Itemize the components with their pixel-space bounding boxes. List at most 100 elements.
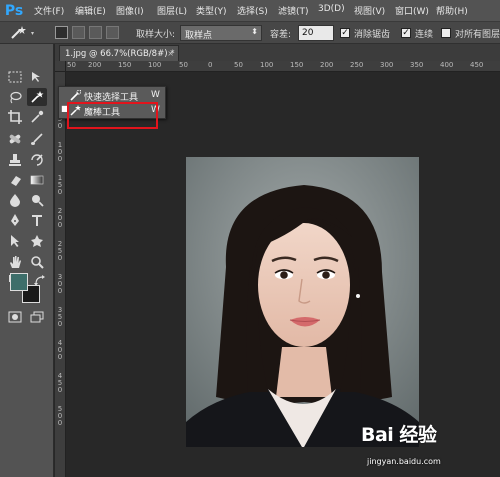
ruler-label: 300 bbox=[380, 61, 394, 69]
gradient-tool[interactable] bbox=[27, 171, 47, 189]
ruler-label: 0 bbox=[57, 221, 63, 229]
menu-filter[interactable]: 滤镜(T) bbox=[278, 4, 309, 17]
ruler-label: 0 bbox=[208, 61, 213, 69]
foreground-color-swatch[interactable] bbox=[10, 273, 28, 291]
document-tab-title: 1.jpg @ 66.7%(RGB/8#) * bbox=[65, 49, 175, 59]
ruler-label: 250 bbox=[350, 61, 364, 69]
clone-stamp-tool[interactable] bbox=[5, 151, 25, 169]
all-layers-checkbox[interactable] bbox=[441, 28, 451, 38]
hand-tool[interactable] bbox=[5, 253, 25, 271]
magic-wand-icon bbox=[11, 26, 34, 39]
tool-preset-picker[interactable] bbox=[8, 25, 38, 41]
ruler-label: 200 bbox=[320, 61, 334, 69]
menu-bar: Ps 文件(F) 编辑(E) 图像(I) 图层(L) 类型(Y) 选择(S) 滤… bbox=[0, 0, 500, 22]
ruler-label: 0 bbox=[57, 287, 63, 295]
ruler-label: 150 bbox=[290, 61, 304, 69]
stamp-icon bbox=[9, 154, 21, 166]
ruler-label: 0 bbox=[57, 122, 63, 130]
subtract-from-selection-icon[interactable] bbox=[89, 26, 102, 39]
pen-icon bbox=[11, 214, 19, 226]
shape-tool[interactable] bbox=[27, 232, 47, 250]
lasso-tool[interactable] bbox=[5, 88, 25, 106]
menu-view[interactable]: 视图(V) bbox=[354, 4, 385, 17]
zoom-icon bbox=[31, 256, 44, 269]
horizontal-ruler[interactable]: 50 200 150 100 50 0 50 100 150 200 250 3… bbox=[66, 61, 500, 72]
quick-mask-icon bbox=[8, 311, 22, 323]
custom-shape-icon bbox=[31, 235, 43, 247]
contiguous-checkbox[interactable]: ✓ bbox=[401, 28, 411, 38]
document-image[interactable] bbox=[186, 157, 419, 447]
ruler-label: 450 bbox=[470, 61, 484, 69]
hand-icon bbox=[10, 256, 21, 268]
ruler-label: 0 bbox=[57, 320, 63, 328]
marquee-tool[interactable] bbox=[5, 68, 25, 86]
quick-mask-button[interactable] bbox=[5, 308, 25, 326]
path-selection-tool[interactable] bbox=[5, 232, 25, 250]
new-selection-icon[interactable] bbox=[55, 26, 68, 39]
zoom-tool[interactable] bbox=[27, 253, 47, 271]
drop-icon bbox=[10, 194, 20, 207]
ruler-label: 50 bbox=[67, 61, 76, 69]
menu-edit[interactable]: 编辑(E) bbox=[75, 4, 106, 17]
ruler-label: 400 bbox=[440, 61, 454, 69]
sample-size-value: 取样点 bbox=[185, 31, 213, 41]
antialias-checkbox[interactable]: ✓ bbox=[340, 28, 350, 38]
ruler-label: 100 bbox=[260, 61, 274, 69]
dodge-tool[interactable] bbox=[27, 191, 47, 209]
move-icon bbox=[32, 72, 40, 82]
ruler-label: 0 bbox=[57, 188, 63, 196]
menu-type[interactable]: 类型(Y) bbox=[196, 4, 227, 17]
intersect-selection-icon[interactable] bbox=[106, 26, 119, 39]
sample-size-label: 取样大小: bbox=[136, 30, 176, 40]
flyout-item-quick-selection[interactable]: 快速选择工具 W bbox=[59, 88, 165, 103]
menu-select[interactable]: 选择(S) bbox=[237, 4, 268, 17]
crop-tool[interactable] bbox=[5, 108, 25, 126]
antialias-label: 消除锯齿 bbox=[354, 30, 391, 40]
ruler-label: 0 bbox=[57, 353, 63, 361]
ruler-label: 0 bbox=[57, 386, 63, 394]
ruler-label: 200 bbox=[88, 61, 102, 69]
bandage-icon bbox=[9, 134, 21, 144]
magic-wand-tool[interactable] bbox=[27, 88, 47, 106]
ruler-label: 150 bbox=[118, 61, 132, 69]
watermark-url: jingyan.baidu.com bbox=[367, 457, 441, 466]
pen-tool[interactable] bbox=[5, 211, 25, 229]
menu-layer[interactable]: 图层(L) bbox=[157, 4, 187, 17]
portrait-photo bbox=[186, 157, 419, 447]
menu-file[interactable]: 文件(F) bbox=[34, 4, 64, 17]
healing-brush-tool[interactable] bbox=[5, 130, 25, 148]
gradient-icon bbox=[30, 175, 44, 185]
dodge-icon bbox=[32, 195, 44, 207]
history-brush-icon bbox=[31, 154, 43, 166]
eraser-tool[interactable] bbox=[5, 171, 25, 189]
add-to-selection-icon[interactable] bbox=[72, 26, 85, 39]
crop-icon bbox=[8, 110, 22, 124]
menu-image[interactable]: 图像(I) bbox=[116, 4, 144, 17]
document-tab[interactable]: 1.jpg @ 66.7%(RGB/8#) * × bbox=[59, 45, 179, 61]
sample-size-select[interactable]: 取样点 ⬍ bbox=[180, 25, 262, 41]
type-tool[interactable] bbox=[27, 211, 47, 229]
ruler-label: 0 bbox=[57, 419, 63, 427]
tolerance-input[interactable]: 20 bbox=[298, 25, 334, 41]
brush-tool[interactable] bbox=[27, 130, 47, 148]
menu-help[interactable]: 帮助(H) bbox=[436, 4, 468, 17]
blur-tool[interactable] bbox=[5, 191, 25, 209]
watermark-logo: Bai 经验 bbox=[361, 424, 437, 446]
close-icon[interactable]: × bbox=[167, 49, 174, 58]
history-brush-tool[interactable] bbox=[27, 151, 47, 169]
menu-3d[interactable]: 3D(D) bbox=[318, 4, 345, 14]
eyedropper-tool[interactable] bbox=[27, 108, 47, 126]
baidu-jingyan-watermark: Bai 经验 jingyan.baidu.com bbox=[361, 420, 493, 472]
lasso-icon bbox=[10, 91, 22, 104]
ruler-origin[interactable] bbox=[55, 61, 66, 72]
arrow-pointer-icon bbox=[11, 235, 19, 247]
annotation-highlight-box bbox=[67, 102, 158, 129]
menu-window[interactable]: 窗口(W) bbox=[395, 4, 429, 17]
flyout-item-shortcut: W bbox=[151, 90, 160, 100]
screen-mode-icon bbox=[30, 311, 44, 323]
vertical-ruler[interactable]: 5 0 5 0 1 0 0 1 5 0 2 0 0 2 5 0 3 0 0 3 … bbox=[55, 72, 66, 477]
ruler-label: 50 bbox=[234, 61, 243, 69]
toolbox bbox=[0, 44, 54, 477]
screen-mode-button[interactable] bbox=[27, 308, 47, 326]
move-tool[interactable] bbox=[27, 68, 47, 86]
